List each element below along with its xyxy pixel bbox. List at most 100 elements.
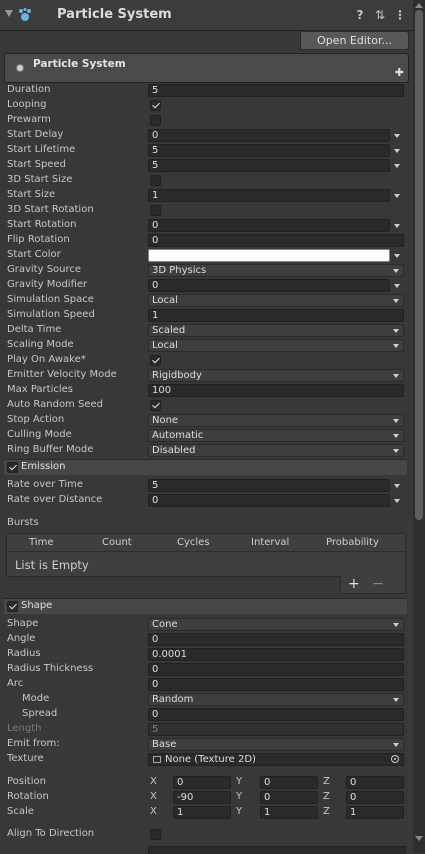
shape-module-header[interactable]: Shape <box>4 598 407 614</box>
play-on-awake-checkbox[interactable] <box>150 355 161 366</box>
row-duration: Duration 5 <box>0 83 413 98</box>
simulation-space-label: Simulation Space <box>7 294 94 305</box>
row-texture: Texture None (Texture 2D) <box>0 752 413 767</box>
rate-over-distance-field[interactable]: 0 <box>148 494 390 507</box>
bursts-add-button[interactable]: + <box>348 576 360 592</box>
radius-thickness-field[interactable]: 0 <box>148 663 404 676</box>
start-rotation-curve-dropdown-icon[interactable] <box>394 224 400 228</box>
shape-enabled-checkbox[interactable] <box>7 601 18 612</box>
radius-field[interactable]: 0.0001 <box>148 648 404 661</box>
position-z-field[interactable]: 0 <box>346 776 404 789</box>
simulation-space-dropdown[interactable]: Local <box>148 294 404 307</box>
flip-rotation-field[interactable]: 0 <box>148 234 404 247</box>
row-emit-from: Emit from: Base <box>0 737 413 752</box>
emit-from-dropdown[interactable]: Base <box>148 738 404 751</box>
bursts-col-probability: Probability <box>326 537 379 548</box>
rotation-x-field[interactable]: -90 <box>173 791 231 804</box>
culling-mode-label: Culling Mode <box>7 429 72 440</box>
rotation-y-field[interactable]: 0 <box>260 791 318 804</box>
scaling-mode-dropdown[interactable]: Local <box>148 339 404 352</box>
start-delay-field[interactable]: 0 <box>148 129 390 142</box>
3d-start-rotation-checkbox[interactable] <box>150 205 161 216</box>
gravity-source-label: Gravity Source <box>7 264 82 275</box>
start-rotation-field[interactable]: 0 <box>148 219 390 232</box>
prewarm-checkbox[interactable] <box>150 115 161 126</box>
start-size-label: Start Size <box>7 189 56 200</box>
max-particles-field[interactable]: 100 <box>148 384 404 397</box>
start-color-swatch[interactable] <box>148 249 390 262</box>
scrollbar-thumb[interactable] <box>415 10 423 520</box>
emission-module-header[interactable]: Emission <box>4 459 407 475</box>
bursts-label: Bursts <box>7 517 39 528</box>
start-lifetime-curve-dropdown-icon[interactable] <box>394 149 400 153</box>
scale-z-field[interactable]: 1 <box>346 806 404 819</box>
start-speed-curve-dropdown-icon[interactable] <box>394 164 400 168</box>
add-module-icon[interactable]: ✚ <box>395 66 404 79</box>
stop-action-dropdown[interactable]: None <box>148 414 404 427</box>
shape-dropdown[interactable]: Cone <box>148 618 404 631</box>
duration-field[interactable]: 5 <box>148 84 404 97</box>
rate-over-time-curve-dropdown-icon[interactable] <box>394 484 400 488</box>
texture-label: Texture <box>7 753 44 764</box>
flip-rotation-label: Flip Rotation <box>7 234 70 245</box>
emitter-velocity-mode-dropdown[interactable]: Rigidbody <box>148 369 404 382</box>
max-particles-label: Max Particles <box>7 384 74 395</box>
row-auto-random-seed: Auto Random Seed <box>0 398 413 413</box>
angle-field[interactable]: 0 <box>148 633 404 646</box>
scale-x-field[interactable]: 1 <box>173 806 231 819</box>
rate-over-time-field[interactable]: 5 <box>148 479 390 492</box>
open-editor-button[interactable]: Open Editor... <box>300 31 409 50</box>
row-angle: Angle 0 <box>0 632 413 647</box>
help-icon[interactable]: ? <box>353 8 367 22</box>
ring-buffer-mode-dropdown[interactable]: Disabled <box>148 444 404 457</box>
start-speed-field[interactable]: 5 <box>148 159 390 172</box>
align-to-direction-checkbox[interactable] <box>150 829 161 840</box>
row-delta-time: Delta Time Scaled <box>0 323 413 338</box>
rotation-y-axis-label: Y <box>236 791 243 802</box>
emission-enabled-checkbox[interactable] <box>7 462 18 473</box>
3d-start-size-checkbox[interactable] <box>150 175 161 186</box>
start-size-field[interactable]: 1 <box>148 189 390 202</box>
row-length: Length 5 <box>0 722 413 737</box>
position-x-field[interactable]: 0 <box>173 776 231 789</box>
bursts-remove-button[interactable]: − <box>372 576 384 592</box>
position-y-field[interactable]: 0 <box>260 776 318 789</box>
main-module-header[interactable]: Particle System ✚ <box>4 53 409 83</box>
scale-y-axis-label: Y <box>236 806 243 817</box>
culling-mode-dropdown[interactable]: Automatic <box>148 429 404 442</box>
gravity-modifier-field[interactable]: 0 <box>148 279 390 292</box>
spread-field[interactable]: 0 <box>148 708 404 721</box>
looping-checkbox[interactable] <box>150 100 161 111</box>
preset-icon[interactable]: ⇅ <box>373 8 387 22</box>
row-simulation-speed: Simulation Speed 1 <box>0 308 413 323</box>
start-size-curve-dropdown-icon[interactable] <box>394 194 400 198</box>
component-title: Particle System <box>57 7 172 22</box>
object-picker-icon[interactable] <box>391 755 399 763</box>
length-label: Length <box>7 723 42 734</box>
texture-object-field[interactable]: None (Texture 2D) <box>148 753 404 766</box>
start-color-curve-dropdown-icon[interactable] <box>394 254 400 258</box>
row-arc: Arc 0 <box>0 677 413 692</box>
fold-arrow-icon[interactable] <box>5 10 13 17</box>
delta-time-label: Delta Time <box>7 324 62 335</box>
scale-y-field[interactable]: 1 <box>260 806 318 819</box>
scroll-up-icon[interactable] <box>415 3 423 8</box>
start-delay-curve-dropdown-icon[interactable] <box>394 134 400 138</box>
row-start-rotation: Start Rotation 0 <box>0 218 413 233</box>
auto-random-seed-checkbox[interactable] <box>150 400 161 411</box>
row-prewarm: Prewarm <box>0 113 413 128</box>
gravity-source-dropdown[interactable]: 3D Physics <box>148 264 404 277</box>
play-on-awake-label: Play On Awake* <box>7 354 86 365</box>
gravity-modifier-curve-dropdown-icon[interactable] <box>394 284 400 288</box>
delta-time-dropdown[interactable]: Scaled <box>148 324 404 337</box>
scroll-down-icon[interactable] <box>415 836 423 841</box>
rotation-z-field[interactable]: 0 <box>346 791 404 804</box>
more-icon[interactable]: ⋮ <box>393 8 407 22</box>
stop-action-label: Stop Action <box>7 414 65 425</box>
arc-field[interactable]: 0 <box>148 678 404 691</box>
start-lifetime-field[interactable]: 5 <box>148 144 390 157</box>
mode-dropdown[interactable]: Random <box>148 693 404 706</box>
row-radius-thickness: Radius Thickness 0 <box>0 662 413 677</box>
rate-over-distance-curve-dropdown-icon[interactable] <box>394 499 400 503</box>
simulation-speed-field[interactable]: 1 <box>148 309 404 322</box>
